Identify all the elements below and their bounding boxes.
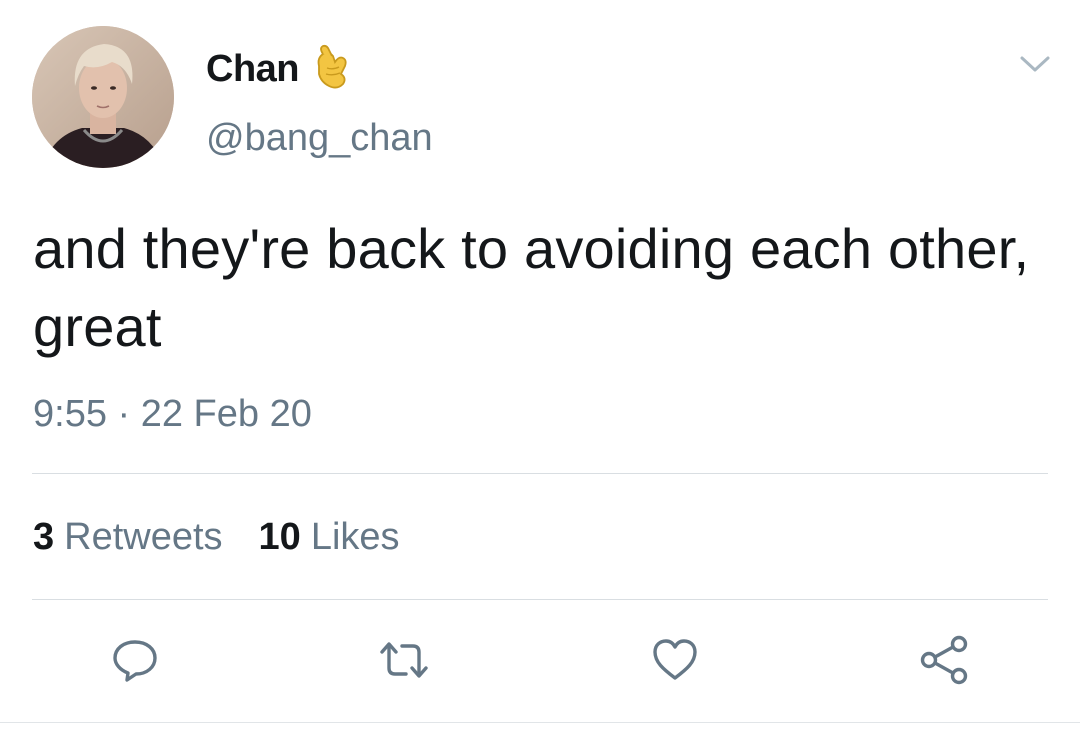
chevron-down-icon[interactable] xyxy=(1018,52,1052,76)
divider xyxy=(32,599,1048,600)
divider xyxy=(32,473,1048,474)
retweet-icon xyxy=(380,642,428,678)
avatar[interactable] xyxy=(32,26,174,168)
likes-label: Likes xyxy=(310,516,400,558)
likes-stat[interactable]: 10 Likes xyxy=(259,513,400,561)
tweet-stats: 3 Retweets 10 Likes xyxy=(33,513,436,561)
likes-count: 10 xyxy=(258,516,301,558)
heart-icon xyxy=(653,639,697,680)
tweet-timestamp[interactable]: 9:55 · 22 Feb 20 xyxy=(33,390,312,438)
avatar-photo xyxy=(32,26,174,168)
reply-icon xyxy=(113,640,157,682)
retweets-count: 3 xyxy=(33,516,55,558)
divider xyxy=(0,722,1080,723)
author-display-name[interactable]: Chan xyxy=(206,44,353,94)
reply-button[interactable] xyxy=(105,630,165,690)
retweet-button[interactable] xyxy=(374,630,434,690)
retweets-stat[interactable]: 3 Retweets xyxy=(33,513,223,561)
share-button[interactable] xyxy=(914,630,974,690)
share-icon xyxy=(920,635,968,685)
call-me-hand-emoji-icon xyxy=(313,44,353,94)
tweet-text: and they're back to avoiding each other,… xyxy=(33,217,1030,358)
like-button[interactable] xyxy=(645,630,705,690)
author-handle[interactable]: @bang_chan xyxy=(206,114,433,162)
tweet-detail: Chan @bang_chan and they're back to avoi… xyxy=(0,0,1080,739)
display-name-text: Chan xyxy=(206,48,300,90)
retweets-label: Retweets xyxy=(64,516,223,558)
